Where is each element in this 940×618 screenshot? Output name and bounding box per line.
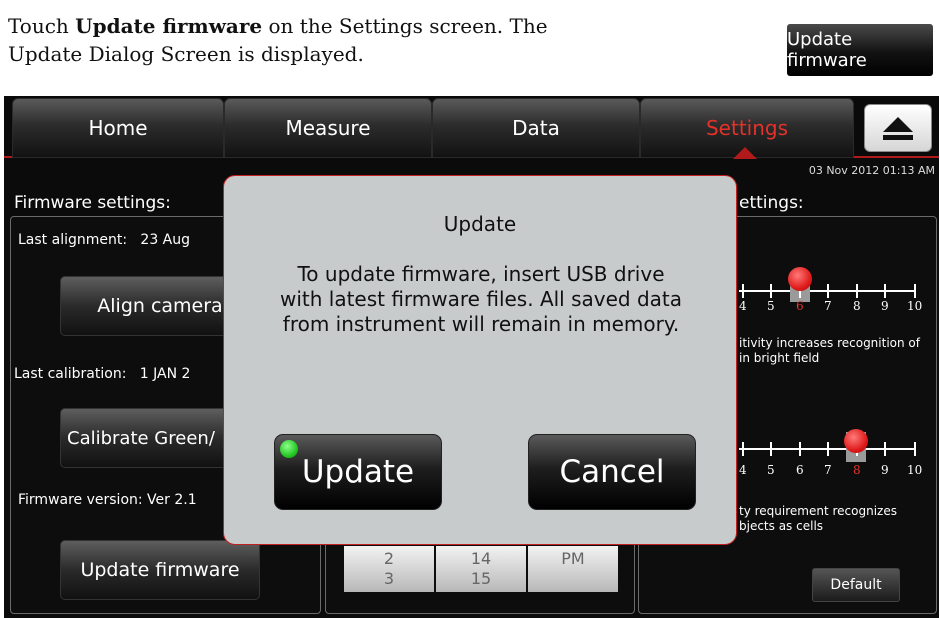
dialog-cancel-button[interactable]: Cancel bbox=[528, 434, 696, 510]
last-calibration-label: Last calibration: 1 JAN 2 bbox=[14, 366, 191, 382]
dialog-title: Update bbox=[443, 212, 517, 236]
picker-hour[interactable]: 23 bbox=[344, 546, 434, 592]
dialog-message: To update firmware, insert USB drive wit… bbox=[279, 262, 683, 336]
sample-update-firmware-button: Update firmware bbox=[787, 24, 933, 76]
roundness-desc: ty requirement recognizes bjects as cells bbox=[739, 504, 897, 533]
instruction-bold: Update firmware bbox=[75, 14, 263, 38]
eject-button[interactable] bbox=[864, 104, 932, 152]
status-led-icon bbox=[280, 440, 298, 458]
top-nav: Home Measure Data Settings bbox=[4, 96, 939, 158]
picker-minute[interactable]: 14 15 bbox=[436, 546, 526, 592]
sensitivity-knob[interactable] bbox=[788, 267, 812, 291]
tab-home[interactable]: Home bbox=[12, 98, 224, 158]
roundness-knob[interactable] bbox=[844, 429, 868, 453]
default-button[interactable]: Default bbox=[812, 568, 900, 602]
eject-icon bbox=[883, 116, 913, 132]
datetime: 03 Nov 2012 01:13 AM bbox=[808, 164, 935, 177]
device-screen: Home Measure Data Settings 03 Nov 2012 0… bbox=[4, 96, 939, 618]
update-dialog: Update To update firmware, insert USB dr… bbox=[223, 175, 737, 545]
last-alignment-value: 23 Aug bbox=[140, 232, 191, 248]
last-alignment-label: Last alignment: 23 Aug bbox=[18, 232, 191, 248]
sensitivity-desc: itivity increases recognition of in brigh… bbox=[739, 336, 920, 365]
last-calibration-value: 1 JAN 2 bbox=[139, 366, 191, 382]
active-tab-pointer bbox=[733, 147, 757, 159]
right-settings-title: ettings: bbox=[739, 193, 804, 213]
tab-measure[interactable]: Measure bbox=[224, 98, 432, 158]
dialog-update-button[interactable]: Update bbox=[274, 434, 442, 510]
tab-data[interactable]: Data bbox=[432, 98, 640, 158]
picker-ampm[interactable]: PM bbox=[528, 546, 618, 592]
firmware-version: Firmware version: Ver 2.1 bbox=[18, 492, 197, 508]
firmware-settings-title: Firmware settings: bbox=[14, 193, 171, 213]
update-firmware-button[interactable]: Update firmware bbox=[60, 540, 260, 600]
instruction-text: Touch Update firmware on the Settings sc… bbox=[8, 14, 548, 66]
